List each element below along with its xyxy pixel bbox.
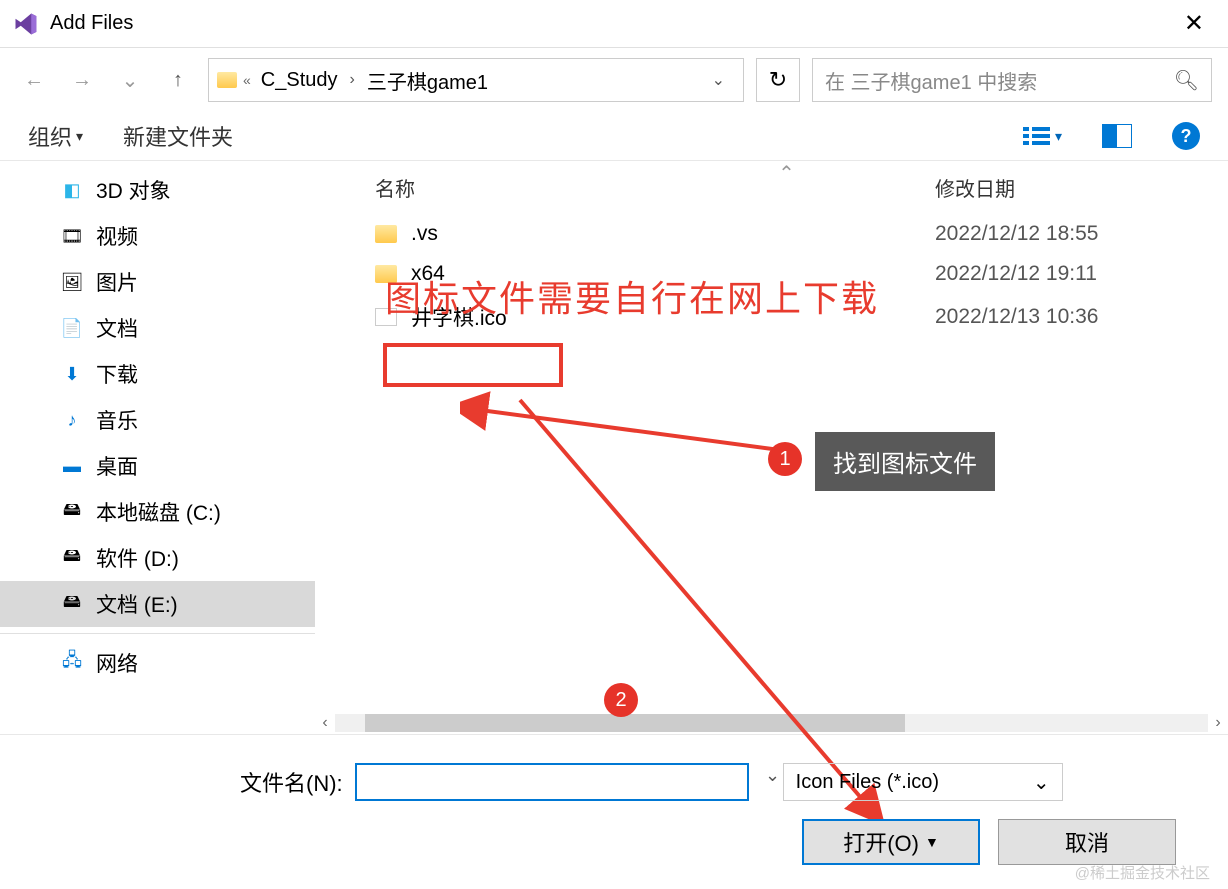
sidebar-item-pictures[interactable]: 🖼 图片 xyxy=(0,259,315,305)
watermark: @稀土掘金技术社区 xyxy=(1075,862,1210,883)
sidebar-item-label: 视频 xyxy=(96,221,138,251)
scroll-track[interactable] xyxy=(335,714,1208,732)
scroll-thumb[interactable] xyxy=(365,714,905,732)
annotation-highlight-box xyxy=(383,343,563,387)
file-name: .vs xyxy=(411,222,935,246)
column-name[interactable]: 名称 xyxy=(375,173,935,202)
picture-icon: 🖼 xyxy=(60,272,84,292)
disk-icon: 🖴 xyxy=(60,502,84,522)
sidebar-item-disk-e[interactable]: 🖴 文档 (E:) xyxy=(0,581,315,627)
sidebar-item-documents[interactable]: 📄 文档 xyxy=(0,305,315,351)
search-placeholder: 在 三子棋game1 中搜索 xyxy=(825,66,1037,95)
desktop-icon: ▬ xyxy=(60,456,84,476)
close-button[interactable]: ✕ xyxy=(1172,1,1216,46)
horizontal-scrollbar[interactable]: ‹ › xyxy=(315,712,1228,734)
organize-button[interactable]: 组织▾ xyxy=(28,120,83,152)
folder-icon xyxy=(375,225,397,243)
sidebar-item-label: 桌面 xyxy=(96,451,138,481)
chevron-down-icon: ⌄ xyxy=(1033,770,1050,795)
list-view-icon xyxy=(1023,125,1051,147)
filename-label: 文件名(N): xyxy=(240,766,343,798)
film-icon: 🎞 xyxy=(60,226,84,246)
file-date: 2022/12/12 18:55 xyxy=(935,222,1099,246)
sidebar-item-label: 文档 (E:) xyxy=(96,589,178,619)
new-folder-button[interactable]: 新建文件夹 xyxy=(123,120,233,152)
sidebar-item-label: 文档 xyxy=(96,313,138,343)
view-mode-button[interactable]: ▾ xyxy=(1023,125,1062,147)
preview-pane-button[interactable] xyxy=(1102,124,1132,148)
chevron-right-icon[interactable]: › xyxy=(348,71,357,89)
column-modified[interactable]: 修改日期 xyxy=(935,173,1215,202)
annotation-callout-1: 找到图标文件 xyxy=(815,432,995,491)
main-area: ◧ 3D 对象 🎞 视频 🖼 图片 📄 文档 ⬇ 下载 ♪ 音乐 ▬ 桌面 🖴 本地磁盘 (C:… xyxy=(0,160,1228,735)
disk-icon: 🖴 xyxy=(60,594,84,614)
file-date: 2022/12/12 19:11 xyxy=(935,262,1097,286)
sidebar-item-disk-c[interactable]: 🖴 本地磁盘 (C:) xyxy=(0,489,315,535)
sidebar-item-disk-d[interactable]: 🖴 软件 (D:) xyxy=(0,535,315,581)
title-bar: Add Files ✕ xyxy=(0,0,1228,48)
folder-icon xyxy=(217,72,237,88)
breadcrumb-seg-2[interactable]: 三子棋game1 xyxy=(363,62,492,99)
scroll-right-icon[interactable]: › xyxy=(1208,714,1228,732)
open-button[interactable]: 打开(O)▼ xyxy=(802,819,980,865)
recent-dropdown[interactable]: ⌄ xyxy=(112,62,148,98)
back-button[interactable]: ← xyxy=(16,62,52,98)
cancel-button[interactable]: 取消 xyxy=(998,819,1176,865)
breadcrumb-root-sep: « xyxy=(243,72,251,88)
filename-input[interactable] xyxy=(355,763,749,801)
forward-button[interactable]: → xyxy=(64,62,100,98)
sidebar-item-network[interactable]: 🖧 网络 xyxy=(0,633,315,686)
sidebar-item-videos[interactable]: 🎞 视频 xyxy=(0,213,315,259)
file-row[interactable]: .vs 2022/12/12 18:55 xyxy=(315,214,1228,254)
disk-icon: 🖴 xyxy=(60,548,84,568)
toolbar: 组织▾ 新建文件夹 ▾ ? xyxy=(0,112,1228,160)
search-input[interactable]: 在 三子棋game1 中搜索 🔍︎ xyxy=(812,58,1212,102)
sort-indicator-icon[interactable]: ⌃ xyxy=(772,161,802,186)
sidebar-item-label: 软件 (D:) xyxy=(96,543,179,573)
column-headers: ⌃ 名称 修改日期 xyxy=(315,161,1228,214)
download-icon: ⬇ xyxy=(60,364,84,384)
sidebar-item-label: 下载 xyxy=(96,359,138,389)
search-icon[interactable]: 🔍︎ xyxy=(1174,68,1199,93)
nav-row: ← → ⌄ ↑ « C_Study › 三子棋game1 ⌄ ↻ 在 三子棋ga… xyxy=(0,48,1228,112)
window-title: Add Files xyxy=(50,12,1172,35)
sidebar[interactable]: ◧ 3D 对象 🎞 视频 🖼 图片 📄 文档 ⬇ 下载 ♪ 音乐 ▬ 桌面 🖴 本地磁盘 (C:… xyxy=(0,161,315,734)
breadcrumb-history-dropdown[interactable]: ⌄ xyxy=(702,70,735,90)
cube-icon: ◧ xyxy=(60,180,84,200)
sidebar-item-label: 本地磁盘 (C:) xyxy=(96,497,221,527)
refresh-button[interactable]: ↻ xyxy=(756,58,800,102)
sidebar-item-label: 网络 xyxy=(96,648,138,678)
annotation-badge-1: 1 xyxy=(768,442,802,476)
filename-history-dropdown[interactable]: ⌄ xyxy=(765,765,780,786)
bottom-panel: 文件名(N): ⌄ Icon Files (*.ico) ⌄ 打开(O)▼ 取消 xyxy=(0,735,1228,885)
music-icon: ♪ xyxy=(60,410,84,430)
sidebar-item-label: 3D 对象 xyxy=(96,175,171,205)
breadcrumb[interactable]: « C_Study › 三子棋game1 ⌄ xyxy=(208,58,744,102)
vs-icon xyxy=(12,10,40,38)
sidebar-item-downloads[interactable]: ⬇ 下载 xyxy=(0,351,315,397)
document-icon: 📄 xyxy=(60,318,84,338)
help-button[interactable]: ? xyxy=(1172,122,1200,150)
annotation-badge-2: 2 xyxy=(604,683,638,717)
sidebar-item-3d[interactable]: ◧ 3D 对象 xyxy=(0,167,315,213)
breadcrumb-seg-1[interactable]: C_Study xyxy=(257,65,342,96)
sidebar-item-label: 图片 xyxy=(96,267,138,297)
scroll-left-icon[interactable]: ‹ xyxy=(315,714,335,732)
network-icon: 🖧 xyxy=(60,653,84,673)
annotation-red-text: 图标文件需要自行在网上下载 xyxy=(385,270,879,322)
file-date: 2022/12/13 10:36 xyxy=(935,305,1099,329)
sidebar-item-desktop[interactable]: ▬ 桌面 xyxy=(0,443,315,489)
filetype-dropdown[interactable]: Icon Files (*.ico) ⌄ xyxy=(783,763,1063,801)
sidebar-item-music[interactable]: ♪ 音乐 xyxy=(0,397,315,443)
filetype-value: Icon Files (*.ico) xyxy=(796,771,939,794)
up-button[interactable]: ↑ xyxy=(160,62,196,98)
sidebar-item-label: 音乐 xyxy=(96,405,138,435)
